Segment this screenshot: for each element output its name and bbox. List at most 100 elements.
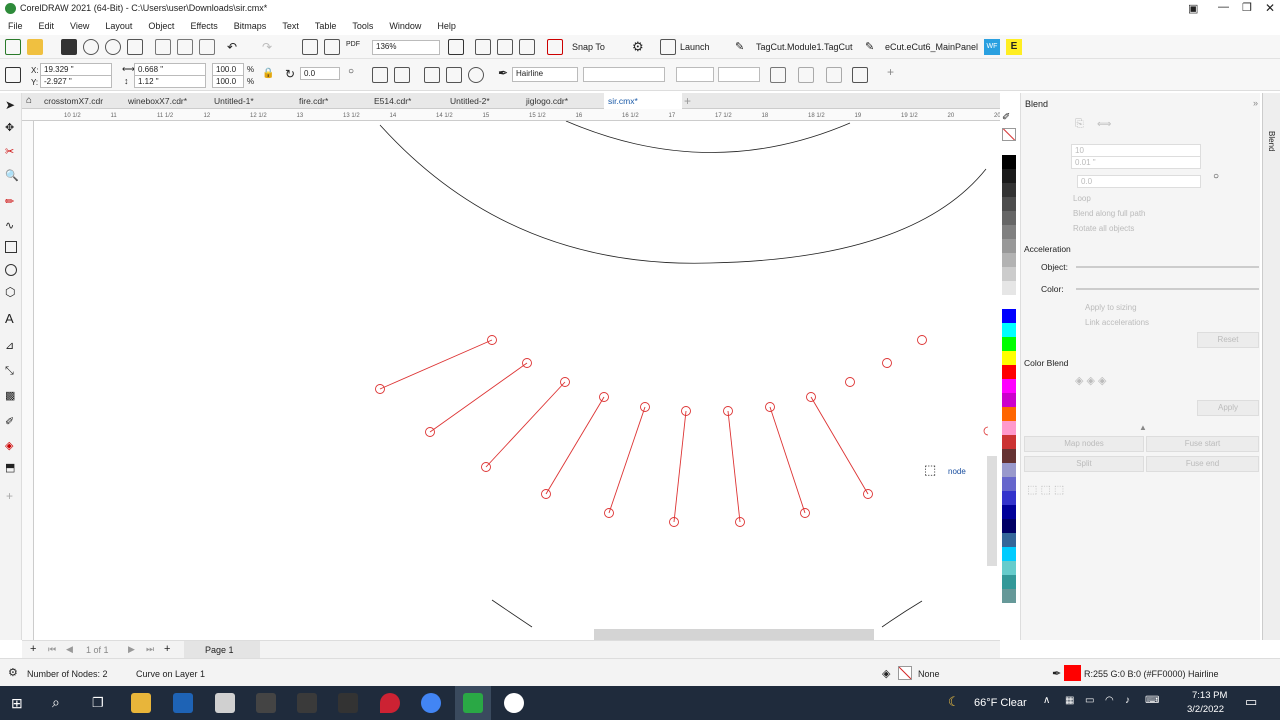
options-gear-icon[interactable]: ⚙ (632, 39, 644, 55)
cut-icon[interactable] (155, 39, 171, 55)
red-curve-line[interactable] (545, 396, 605, 495)
fill-tool-icon[interactable]: ◈ (5, 439, 13, 452)
palette-swatch[interactable] (1002, 351, 1016, 365)
curve-node[interactable] (882, 358, 892, 368)
red-curve-line[interactable] (608, 406, 646, 514)
height-field[interactable]: 1.12 " (134, 75, 206, 88)
ellipse-tool-icon[interactable] (5, 264, 17, 276)
tab-untitled-1[interactable]: Untitled-1* (210, 93, 258, 109)
blend-full-path-checkbox[interactable]: Blend along full path (1073, 209, 1146, 218)
tab-e514[interactable]: E514.cdr* (370, 93, 415, 109)
red-curve-line[interactable] (673, 410, 687, 523)
menu-tools[interactable]: Tools (344, 18, 381, 35)
snap-to-menu[interactable]: Snap To (572, 42, 605, 52)
wf-button[interactable]: WF (984, 39, 1000, 55)
palette-swatch[interactable] (1002, 379, 1016, 393)
side-tab-label[interactable]: Blend (1267, 131, 1276, 151)
curve-node[interactable] (917, 335, 927, 345)
home-icon[interactable]: ⌂ (26, 95, 32, 106)
fuse-start-button[interactable]: Fuse start (1146, 436, 1259, 452)
last-page-icon[interactable]: ⏭ (146, 644, 154, 655)
full-screen-icon[interactable] (448, 39, 464, 55)
launch-icon[interactable] (660, 39, 676, 55)
cloud-upload-icon[interactable] (83, 39, 99, 55)
palette-swatch[interactable] (1002, 253, 1016, 267)
red-curve-line[interactable] (769, 406, 806, 514)
tab-crosstomx7[interactable]: crosstomX7.cdr (40, 93, 107, 109)
add-icon[interactable]: + (887, 65, 894, 79)
launch-button[interactable]: Launch (680, 42, 710, 52)
palette-swatch[interactable] (1002, 183, 1016, 197)
menu-help[interactable]: Help (429, 18, 464, 35)
start-arrow-select[interactable] (676, 67, 714, 82)
y-position-field[interactable]: -2.927 " (40, 75, 112, 88)
vertical-scrollbar[interactable] (987, 456, 997, 566)
menu-file[interactable]: File (0, 18, 31, 35)
blend-steps-icon[interactable]: ⎘ (1075, 118, 1084, 131)
palette-swatch[interactable] (1002, 267, 1016, 281)
app-leaf-icon[interactable] (215, 693, 235, 713)
rulers-icon[interactable] (475, 39, 491, 55)
tab-untitled-2[interactable]: Untitled-2* (446, 93, 494, 109)
palette-swatch[interactable] (1002, 141, 1016, 155)
redo-icon[interactable]: ↷ (262, 40, 272, 54)
menu-object[interactable]: Object (140, 18, 182, 35)
app-s-icon[interactable] (173, 693, 193, 713)
palette-swatch[interactable] (1002, 323, 1016, 337)
docker-collapse-icon[interactable]: » (1253, 98, 1258, 108)
clock-date[interactable]: 3/2/2022 (1187, 704, 1224, 715)
guidelines-icon[interactable] (519, 39, 535, 55)
docker-side-tab[interactable]: Blend (1262, 93, 1280, 640)
grid-icon[interactable] (497, 39, 513, 55)
align-icon[interactable] (826, 67, 842, 83)
palette-swatch[interactable] (1002, 519, 1016, 533)
outline-options-icon[interactable] (770, 67, 786, 83)
palette-swatch[interactable] (1002, 155, 1016, 169)
artistic-media-icon[interactable]: ∿ (5, 219, 14, 232)
map-nodes-button[interactable]: Map nodes (1024, 436, 1144, 452)
palette-swatch[interactable] (1002, 211, 1016, 225)
apply-button[interactable]: Apply (1197, 400, 1259, 416)
horizontal-scrollbar[interactable] (594, 629, 874, 640)
coreldraw-icon[interactable] (463, 693, 483, 713)
task-view-icon[interactable]: ❐ (92, 695, 104, 711)
start-icon[interactable]: ⊞ (11, 695, 23, 712)
outline-swatch[interactable] (1064, 665, 1081, 681)
tray-keyboard-icon[interactable]: ⌨ (1145, 695, 1159, 706)
palette-swatch[interactable] (1002, 365, 1016, 379)
palette-swatch[interactable] (1002, 589, 1016, 603)
line-mode-icon[interactable] (424, 67, 440, 83)
search-icon[interactable]: ⌕ (52, 694, 60, 711)
menu-bitmaps[interactable]: Bitmaps (226, 18, 275, 35)
notifications-icon[interactable]: ▭ (1245, 694, 1257, 710)
import-icon[interactable] (302, 39, 318, 55)
palette-swatch[interactable] (1002, 421, 1016, 435)
connector-tool-icon[interactable]: ⤡ (5, 365, 14, 378)
palette-swatch[interactable] (1002, 561, 1016, 575)
red-curve-line[interactable] (429, 362, 528, 433)
palette-swatch[interactable] (1002, 393, 1016, 407)
transparency-tool-icon[interactable]: ▩ (5, 389, 15, 402)
close-icon[interactable]: ✕ (1265, 1, 1275, 15)
freehand-tool-icon[interactable]: ✏ (5, 195, 14, 208)
zoom-tool-icon[interactable]: 🔍 (5, 169, 19, 182)
rotate-field[interactable]: 0.0 (1077, 175, 1201, 188)
ecut-macro-button[interactable]: eCut.eCut6_MainPanel (885, 42, 978, 52)
window-icon[interactable]: ▣ (1188, 2, 1198, 15)
cloud-download-icon[interactable] (105, 39, 121, 55)
expand-icon[interactable]: ▲ (1139, 423, 1147, 432)
tagcut-macro-button[interactable]: TagCut.Module1.TagCut (756, 42, 853, 52)
palette-swatch[interactable] (1002, 337, 1016, 351)
reset-button[interactable]: Reset (1197, 332, 1259, 348)
tab-jiglogo[interactable]: jiglogo.cdr* (522, 93, 572, 109)
end-arrow-select[interactable] (718, 67, 760, 82)
clock-time[interactable]: 7:13 PM (1192, 690, 1227, 701)
add-page-end-icon[interactable]: + (164, 643, 170, 655)
chrome-icon[interactable] (421, 693, 441, 713)
palette-swatch[interactable] (1002, 505, 1016, 519)
color-blend-icons[interactable]: ◈ ◈ ◈ (1075, 374, 1107, 387)
wrap-text-icon[interactable] (798, 67, 814, 83)
palette-swatch[interactable] (1002, 197, 1016, 211)
eyedropper-tool-icon[interactable]: ✐ (5, 415, 14, 428)
zoom-select[interactable]: 136% (372, 40, 440, 55)
